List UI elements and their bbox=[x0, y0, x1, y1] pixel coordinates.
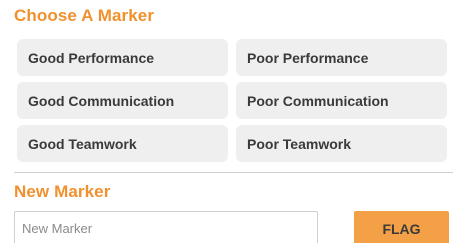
section-divider bbox=[14, 172, 453, 173]
marker-poor-communication-button[interactable]: Poor Communication bbox=[236, 82, 447, 119]
marker-label: Good Teamwork bbox=[28, 135, 137, 152]
marker-good-teamwork-button[interactable]: Good Teamwork bbox=[17, 125, 228, 162]
marker-good-performance-button[interactable]: Good Performance bbox=[17, 39, 228, 76]
marker-label: Good Communication bbox=[28, 92, 175, 109]
marker-poor-performance-button[interactable]: Poor Performance bbox=[236, 39, 447, 76]
marker-label: Poor Performance bbox=[247, 49, 369, 66]
marker-poor-teamwork-button[interactable]: Poor Teamwork bbox=[236, 125, 447, 162]
choose-marker-heading: Choose A Marker bbox=[14, 6, 155, 25]
marker-label: Good Performance bbox=[28, 49, 155, 66]
marker-panel: Choose A Marker Good Performance Poor Pe… bbox=[0, 0, 463, 243]
marker-label: Poor Communication bbox=[247, 92, 389, 109]
new-marker-input[interactable] bbox=[14, 211, 318, 243]
flag-button[interactable]: FLAG bbox=[354, 211, 449, 243]
marker-options-grid: Good Performance Poor Performance Good C… bbox=[17, 39, 447, 162]
marker-good-communication-button[interactable]: Good Communication bbox=[17, 82, 228, 119]
marker-label: Poor Teamwork bbox=[247, 135, 351, 152]
new-marker-heading: New Marker bbox=[14, 182, 111, 201]
